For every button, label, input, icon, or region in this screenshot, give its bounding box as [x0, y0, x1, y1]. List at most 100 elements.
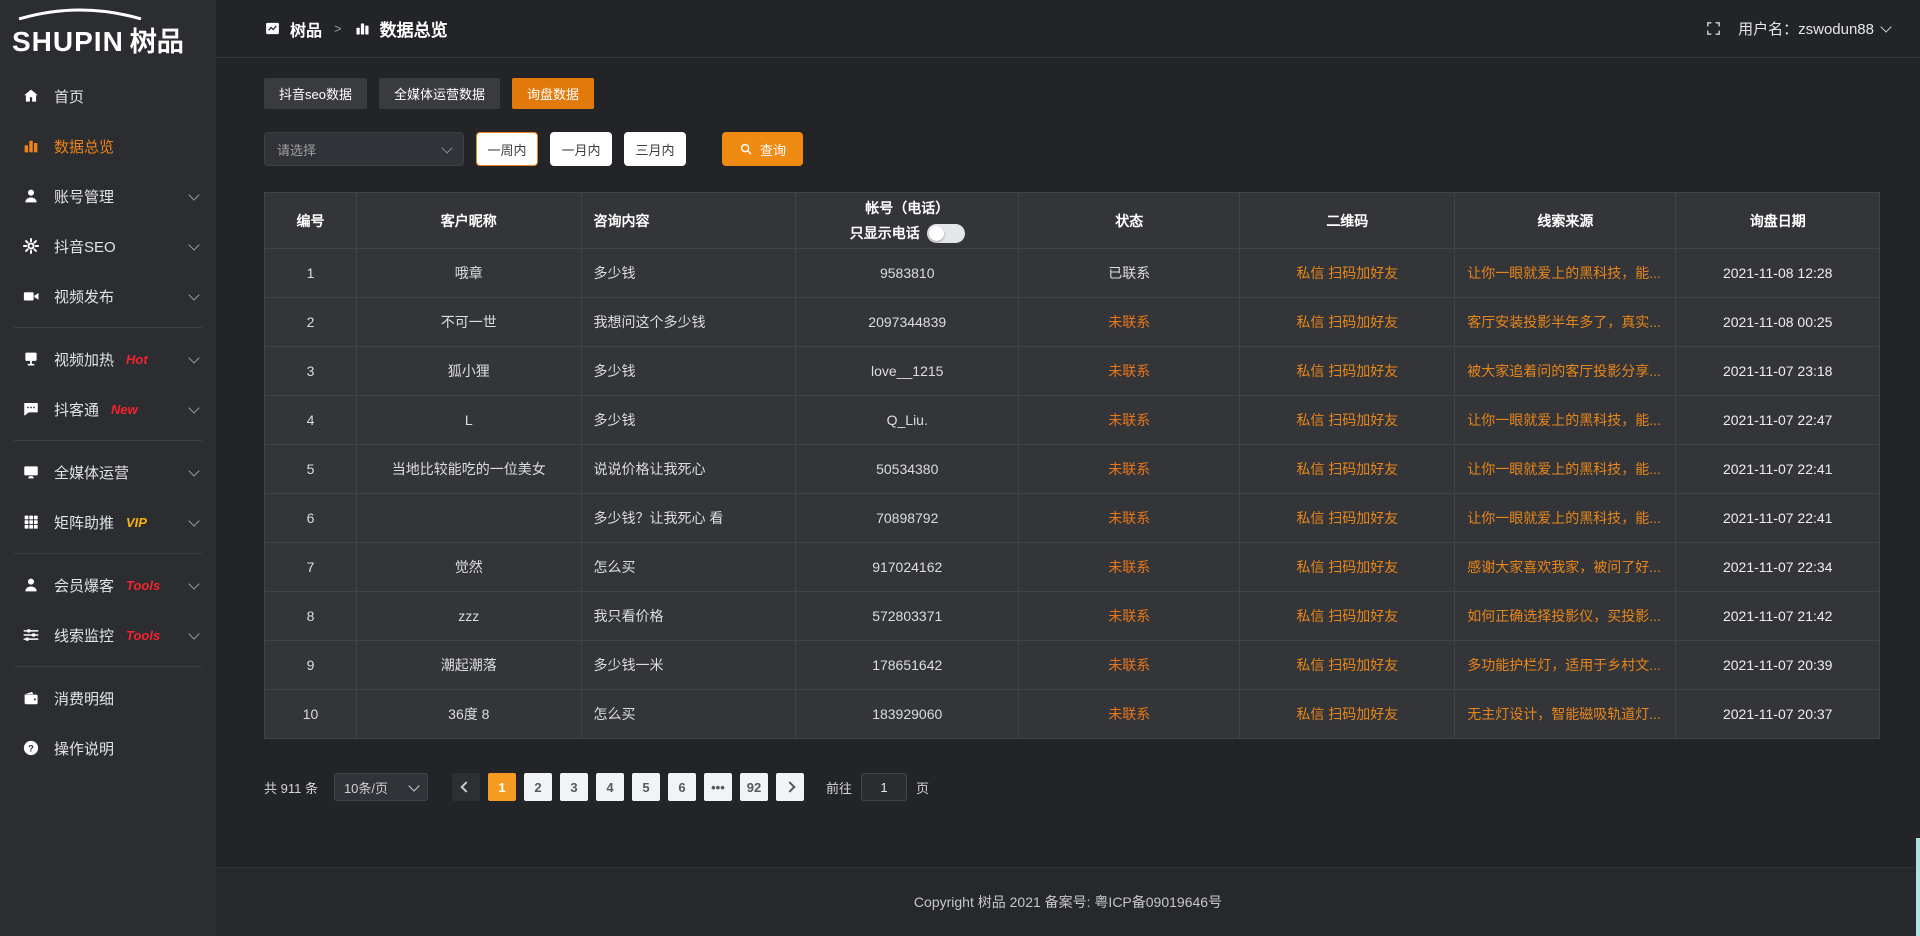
cell-nickname: 觉然: [357, 543, 581, 592]
sidebar-item-lead-monitoring[interactable]: 线索监控 Tools: [0, 610, 216, 660]
cell-account: 2097344839: [796, 298, 1019, 347]
page-button-92[interactable]: 92: [740, 773, 768, 801]
total-count: 共 911 条: [264, 778, 318, 797]
source-link[interactable]: 无主灯设计，智能磁吸轨道灯...: [1455, 690, 1676, 739]
user-menu[interactable]: 用户名：zswodun88: [1738, 18, 1890, 39]
qrcode-links[interactable]: 私信 扫码加好友: [1240, 347, 1455, 396]
table-row: 9 潮起潮落 多少钱一米 178651642 未联系 私信 扫码加好友 多功能护…: [265, 641, 1880, 690]
sidebar-item-douyin-seo[interactable]: 抖音SEO: [0, 221, 216, 271]
breadcrumb-root[interactable]: 树品: [290, 17, 322, 41]
range-quarter-button[interactable]: 三月内: [624, 132, 686, 166]
cell-account: 572803371: [796, 592, 1019, 641]
fullscreen-icon[interactable]: [1705, 20, 1722, 37]
source-link[interactable]: 感谢大家喜欢我家，被问了好...: [1455, 543, 1676, 592]
page-button-4[interactable]: 4: [596, 773, 624, 801]
chevron-down-icon: [188, 189, 199, 200]
tools-badge: Tools: [126, 578, 160, 593]
cell-account: Q_Liu.: [796, 396, 1019, 445]
cell-content: 怎么买: [581, 543, 796, 592]
cell-date: 2021-11-07 22:34: [1676, 543, 1880, 592]
account-select[interactable]: 请选择: [264, 132, 464, 166]
status-badge: 未联系: [1019, 298, 1240, 347]
qrcode-links[interactable]: 私信 扫码加好友: [1240, 445, 1455, 494]
range-week-button[interactable]: 一周内: [476, 132, 538, 166]
range-month-button[interactable]: 一月内: [550, 132, 612, 166]
video-camera-icon: [22, 287, 40, 305]
tab-douyin-seo-data[interactable]: 抖音seo数据: [264, 78, 367, 109]
sidebar-item-video-publish[interactable]: 视频发布: [0, 271, 216, 321]
sidebar-item-label: 抖客通: [54, 399, 99, 420]
cell-content: 多少钱: [581, 249, 796, 298]
page-button-5[interactable]: 5: [632, 773, 660, 801]
goto-suffix: 页: [916, 778, 929, 797]
cell-no: 7: [265, 543, 357, 592]
qrcode-links[interactable]: 私信 扫码加好友: [1240, 396, 1455, 445]
cell-date: 2021-11-07 23:18: [1676, 347, 1880, 396]
logo-text-cn: 树品: [130, 20, 184, 59]
cell-content: 怎么买: [581, 690, 796, 739]
sidebar-item-instructions[interactable]: ? 操作说明: [0, 723, 216, 773]
cell-no: 8: [265, 592, 357, 641]
sidebar-item-label: 数据总览: [54, 136, 114, 157]
qrcode-links[interactable]: 私信 扫码加好友: [1240, 249, 1455, 298]
cell-account: 183929060: [796, 690, 1019, 739]
source-link[interactable]: 让你一眼就爱上的黑科技，能...: [1455, 396, 1676, 445]
source-link[interactable]: 让你一眼就爱上的黑科技，能...: [1455, 494, 1676, 543]
breadcrumb-separator: >: [334, 21, 342, 36]
breadcrumb-current: 数据总览: [380, 16, 448, 41]
qrcode-links[interactable]: 私信 扫码加好友: [1240, 690, 1455, 739]
sidebar-item-label: 全媒体运营: [54, 462, 129, 483]
cell-content: 我只看价格: [581, 592, 796, 641]
sidebar-item-video-heating[interactable]: 视频加热 Hot: [0, 334, 216, 384]
page-button-3[interactable]: 3: [560, 773, 588, 801]
source-link[interactable]: 多功能护栏灯，适用于乡村文...: [1455, 641, 1676, 690]
table-row: 2 不可一世 我想问这个多少钱 2097344839 未联系 私信 扫码加好友 …: [265, 298, 1880, 347]
page-button-6[interactable]: 6: [668, 773, 696, 801]
tab-omnimedia-data[interactable]: 全媒体运营数据: [379, 78, 500, 109]
wallet-icon: [22, 689, 40, 707]
source-link[interactable]: 让你一眼就爱上的黑科技，能...: [1455, 445, 1676, 494]
sidebar-item-douketong[interactable]: 抖客通 New: [0, 384, 216, 434]
table-row: 10 36度 8 怎么买 183929060 未联系 私信 扫码加好友 无主灯设…: [265, 690, 1880, 739]
goto-page-input[interactable]: [861, 773, 907, 801]
col-content: 咨询内容: [581, 193, 796, 249]
source-link[interactable]: 被大家追着问的客厅投影分享...: [1455, 347, 1676, 396]
sidebar-item-matrix-boost[interactable]: 矩阵助推 VIP: [0, 497, 216, 547]
page-button-1[interactable]: 1: [488, 773, 516, 801]
source-link[interactable]: 客厅安装投影半年多了，真实...: [1455, 298, 1676, 347]
qrcode-links[interactable]: 私信 扫码加好友: [1240, 543, 1455, 592]
cell-date: 2021-11-08 00:25: [1676, 298, 1880, 347]
goto-page: 前往 页: [826, 773, 929, 801]
next-page-button[interactable]: [776, 773, 804, 801]
page-size-select[interactable]: 10条/页: [334, 773, 428, 801]
sidebar-item-consumption-details[interactable]: 消费明细: [0, 673, 216, 723]
sidebar-item-account-management[interactable]: 账号管理: [0, 171, 216, 221]
sidebar-item-omnimedia-operation[interactable]: 全媒体运营: [0, 447, 216, 497]
table-row: 8 zzz 我只看价格 572803371 未联系 私信 扫码加好友 如何正确选…: [265, 592, 1880, 641]
qrcode-links[interactable]: 私信 扫码加好友: [1240, 592, 1455, 641]
qrcode-links[interactable]: 私信 扫码加好友: [1240, 641, 1455, 690]
prev-page-button[interactable]: [452, 773, 480, 801]
monitor-icon: [22, 463, 40, 481]
page-ellipsis[interactable]: •••: [704, 773, 732, 801]
sidebar-item-member-baoke[interactable]: 会员爆客 Tools: [0, 560, 216, 610]
page-button-2[interactable]: 2: [524, 773, 552, 801]
cell-date: 2021-11-07 22:47: [1676, 396, 1880, 445]
sidebar-item-home[interactable]: 首页: [0, 71, 216, 121]
menu-divider: [14, 666, 202, 667]
tab-inquiry-data[interactable]: 询盘数据: [512, 78, 594, 109]
phone-only-toggle[interactable]: [927, 224, 965, 243]
cell-content: 多少钱: [581, 396, 796, 445]
qrcode-links[interactable]: 私信 扫码加好友: [1240, 494, 1455, 543]
cell-no: 10: [265, 690, 357, 739]
chevron-down-icon: [188, 402, 199, 413]
source-link[interactable]: 如何正确选择投影仪，买投影...: [1455, 592, 1676, 641]
source-link[interactable]: 让你一眼就爱上的黑科技，能...: [1455, 249, 1676, 298]
scrollbar[interactable]: [1916, 838, 1920, 936]
cell-account: 9583810: [796, 249, 1019, 298]
search-button[interactable]: 查询: [722, 132, 803, 166]
qrcode-links[interactable]: 私信 扫码加好友: [1240, 298, 1455, 347]
status-badge: 未联系: [1019, 592, 1240, 641]
sidebar-item-data-overview[interactable]: 数据总览: [0, 121, 216, 171]
status-badge: 未联系: [1019, 347, 1240, 396]
